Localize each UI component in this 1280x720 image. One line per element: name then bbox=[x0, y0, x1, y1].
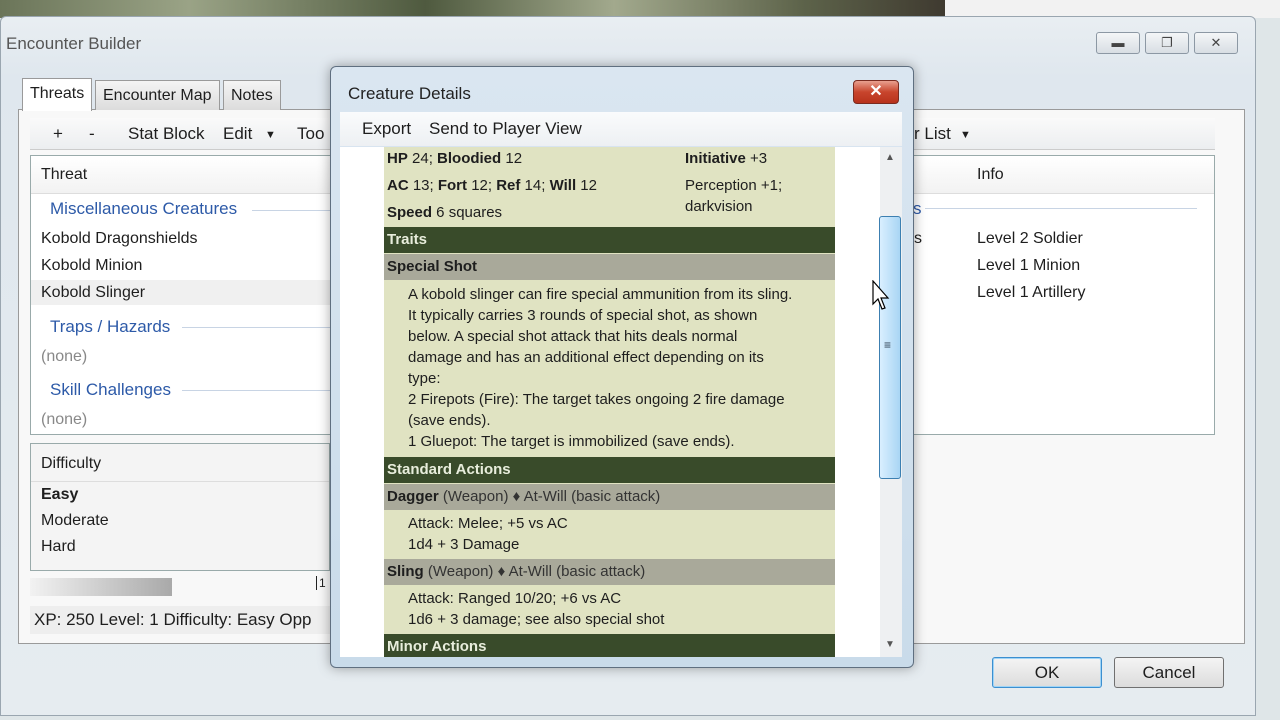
empty-text: (none) bbox=[41, 348, 88, 365]
tab-encounter-map[interactable]: Encounter Map bbox=[95, 80, 220, 110]
minimize-button[interactable]: ▬ bbox=[1096, 32, 1140, 54]
scroll-down-icon[interactable]: ▼ bbox=[885, 639, 895, 650]
group-traps-hazards[interactable]: Traps / Hazards bbox=[50, 317, 170, 337]
add-button[interactable]: + bbox=[53, 124, 63, 144]
close-button[interactable]: ✕ bbox=[1194, 32, 1238, 54]
column-threat[interactable]: Threat bbox=[41, 166, 87, 184]
difficulty-progress-bar bbox=[30, 578, 172, 596]
grip-icon: ≡ bbox=[884, 338, 892, 352]
perception-line: Perception +1; darkvision bbox=[685, 177, 783, 215]
progress-marker: 1 bbox=[316, 576, 326, 590]
list-item-suffix: s bbox=[914, 230, 922, 247]
divider bbox=[182, 327, 332, 328]
ok-button[interactable]: OK bbox=[992, 657, 1102, 688]
send-to-player-view-button[interactable]: Send to Player View bbox=[429, 119, 582, 139]
group-suffix: s bbox=[913, 199, 922, 218]
dialog-title: Creature Details bbox=[348, 84, 471, 103]
remove-button[interactable]: - bbox=[89, 124, 95, 144]
dialog-close-button[interactable]: ✕ bbox=[853, 80, 899, 104]
difficulty-moderate[interactable]: Moderate bbox=[41, 512, 109, 530]
list-item-info: Level 1 Minion bbox=[977, 257, 1081, 274]
sling-text: Attack: Ranged 10/20; +6 vs AC 1d6 + 3 da… bbox=[408, 590, 665, 628]
list-item[interactable]: Kobold Minion bbox=[41, 257, 142, 275]
difficulty-header: Difficulty bbox=[41, 455, 102, 472]
scroll-up-icon[interactable]: ▲ bbox=[885, 152, 895, 163]
tools-button[interactable]: Too bbox=[297, 124, 324, 144]
list-button[interactable]: r List bbox=[914, 124, 951, 144]
cancel-button[interactable]: Cancel bbox=[1114, 657, 1224, 688]
column-info[interactable]: Info bbox=[977, 166, 1004, 184]
list-item-info: Level 1 Artillery bbox=[977, 284, 1086, 301]
list-item[interactable]: Kobold Dragonshields bbox=[41, 230, 198, 248]
divider bbox=[925, 208, 1197, 209]
window-title: Encounter Builder bbox=[6, 34, 142, 53]
stat-block: HP 24; Bloodied 12 AC 13; Fort 12; Ref 1… bbox=[384, 147, 835, 657]
empty-text: (none) bbox=[41, 411, 88, 428]
standard-actions-header: Standard Actions bbox=[384, 457, 835, 483]
divider bbox=[31, 481, 329, 482]
sling-header: Sling (Weapon) ♦ At-Will (basic attack) bbox=[384, 559, 835, 585]
list-item-info: Level 2 Soldier bbox=[977, 230, 1083, 247]
difficulty-easy[interactable]: Easy bbox=[41, 486, 78, 504]
dagger-text: Attack: Melee; +5 vs AC 1d4 + 3 Damage bbox=[408, 515, 568, 553]
status-bar: XP: 250 Level: 1 Difficulty: Easy Opp bbox=[30, 606, 330, 634]
divider bbox=[252, 210, 332, 211]
dagger-header: Dagger (Weapon) ♦ At-Will (basic attack) bbox=[384, 484, 835, 510]
traits-header: Traits bbox=[384, 227, 835, 253]
export-button[interactable]: Export bbox=[362, 119, 411, 139]
tab-notes[interactable]: Notes bbox=[223, 80, 281, 110]
special-shot-header: Special Shot bbox=[384, 254, 835, 280]
divider bbox=[182, 390, 332, 391]
group-miscellaneous-creatures[interactable]: Miscellaneous Creatures bbox=[50, 199, 237, 219]
dialog-toolbar bbox=[340, 112, 902, 146]
edit-button[interactable]: Edit bbox=[223, 124, 252, 144]
group-skill-challenges[interactable]: Skill Challenges bbox=[50, 380, 171, 400]
chevron-down-icon[interactable]: ▼ bbox=[265, 129, 276, 141]
initiative-line: Initiative +3 bbox=[685, 150, 768, 167]
minor-actions-header: Minor Actions bbox=[384, 634, 835, 657]
maximize-button[interactable]: ❐ bbox=[1145, 32, 1189, 54]
difficulty-hard[interactable]: Hard bbox=[41, 538, 76, 556]
mouse-cursor-icon bbox=[872, 280, 890, 310]
chevron-down-icon[interactable]: ▼ bbox=[960, 129, 971, 141]
stat-block-button[interactable]: Stat Block bbox=[128, 124, 205, 144]
special-shot-text: A kobold slinger can fire special ammuni… bbox=[408, 286, 793, 450]
list-item[interactable]: Kobold Slinger bbox=[41, 284, 145, 302]
tab-threats[interactable]: Threats bbox=[22, 78, 93, 111]
